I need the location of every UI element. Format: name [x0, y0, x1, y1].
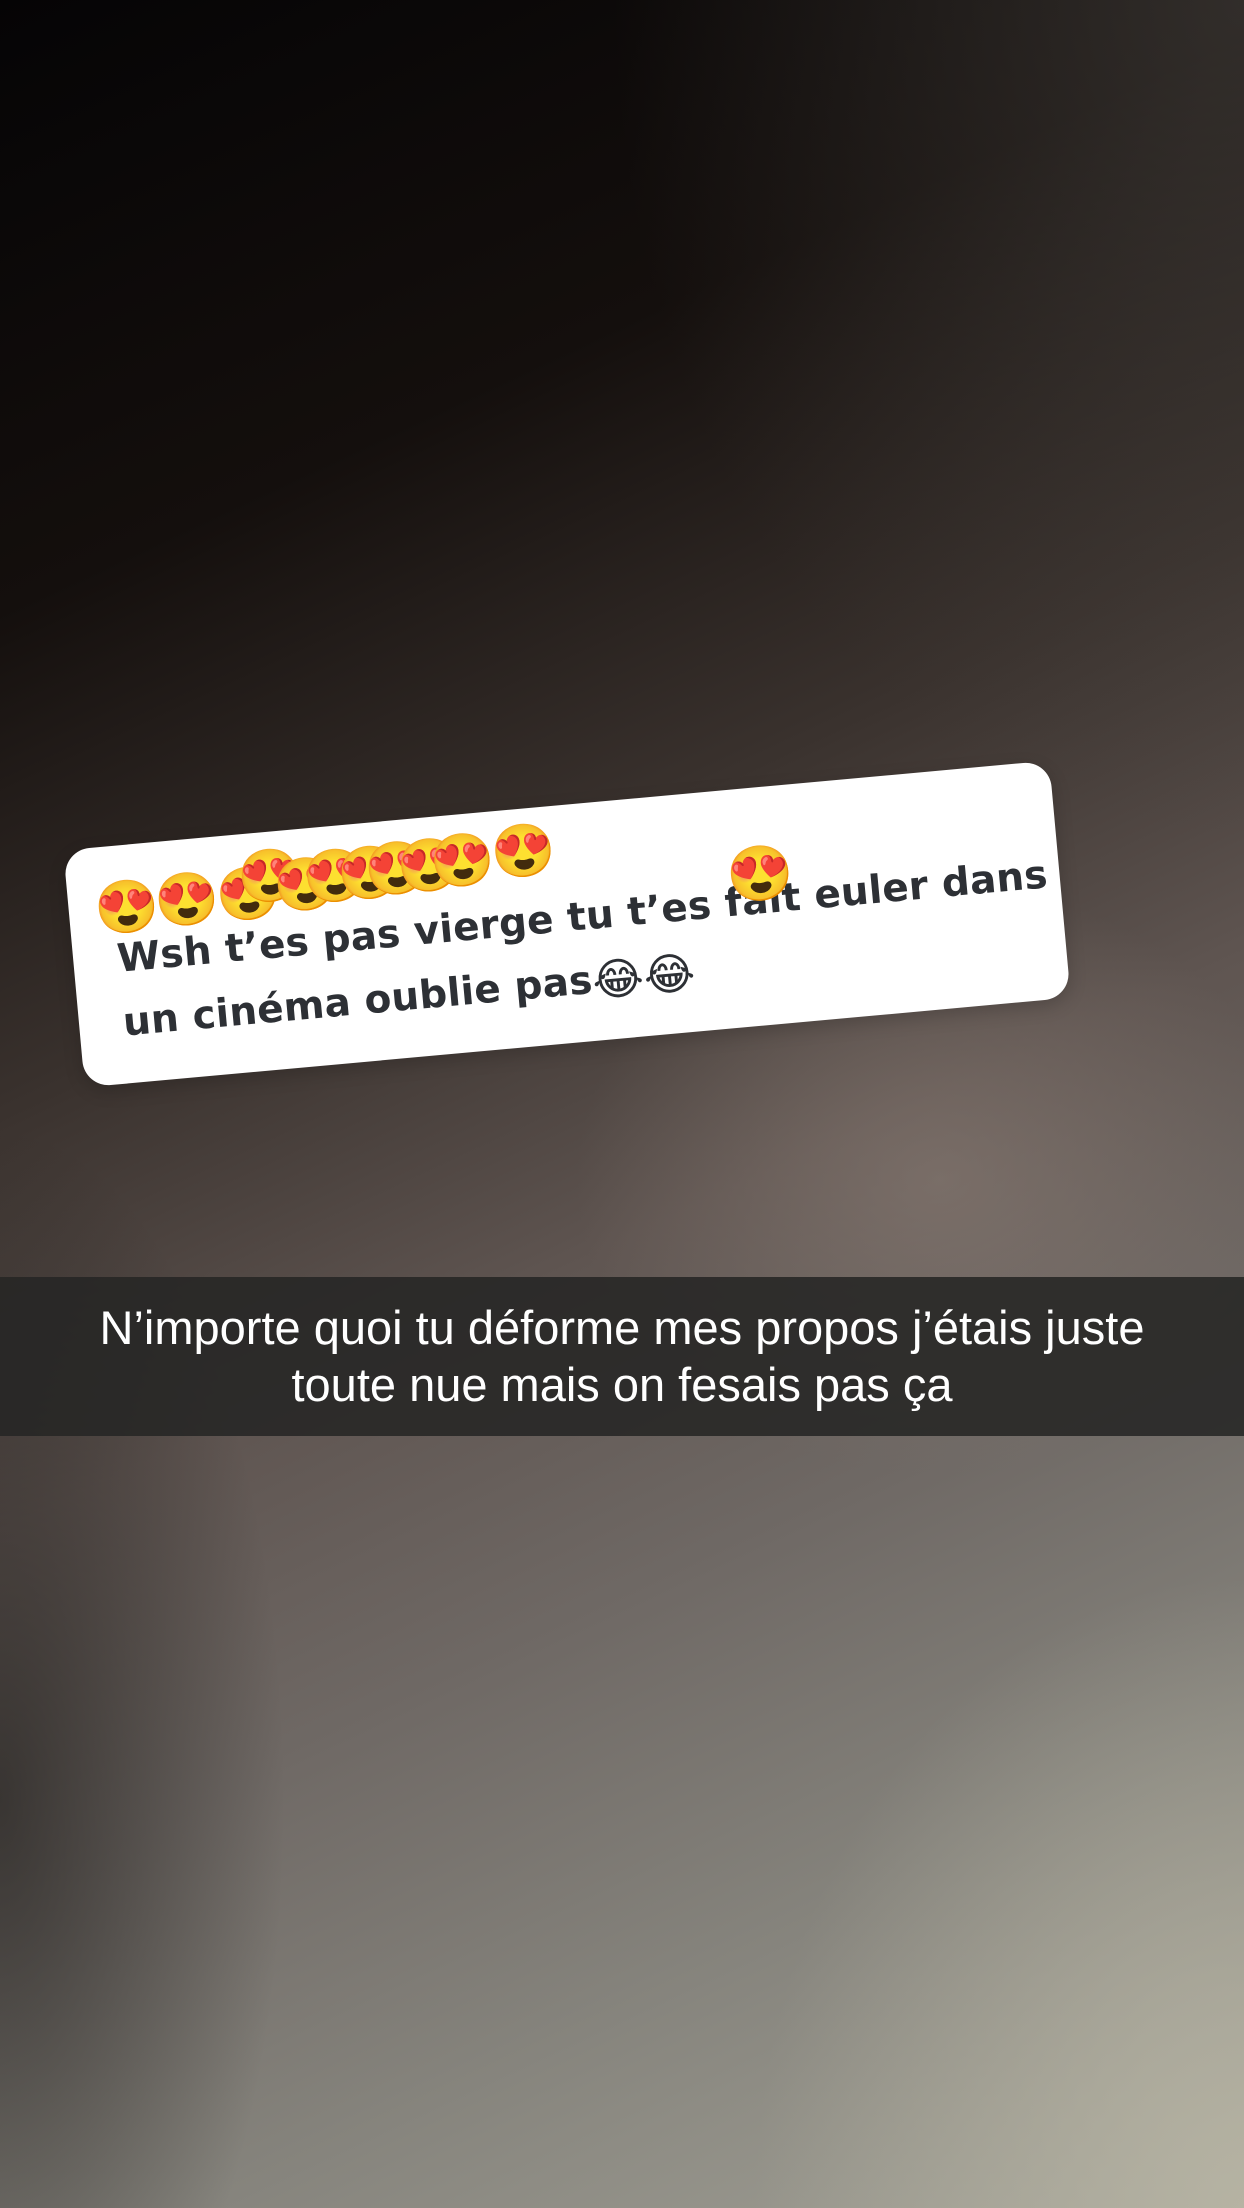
heart-eyes-emoji-icon: 😍 — [427, 829, 498, 894]
laughing-emoji-icon: 😂😂 — [590, 947, 698, 1008]
snap-background — [0, 0, 1244, 2208]
caption-line-2: toute nue mais on fesais pas ça — [291, 1358, 953, 1411]
caption-text: N’importe quoi tu déforme mes propos j’é… — [40, 1299, 1204, 1413]
caption-bar[interactable]: N’importe quoi tu déforme mes propos j’é… — [0, 1277, 1244, 1436]
heart-eyes-emoji-icon: 😍 — [723, 841, 797, 908]
question-text-line-1-end: uler dans — [838, 852, 1050, 916]
heart-eyes-emoji-icon: 😍 — [488, 819, 559, 884]
caption-line-1: N’importe quoi tu déforme mes propos j’é… — [99, 1301, 1145, 1354]
